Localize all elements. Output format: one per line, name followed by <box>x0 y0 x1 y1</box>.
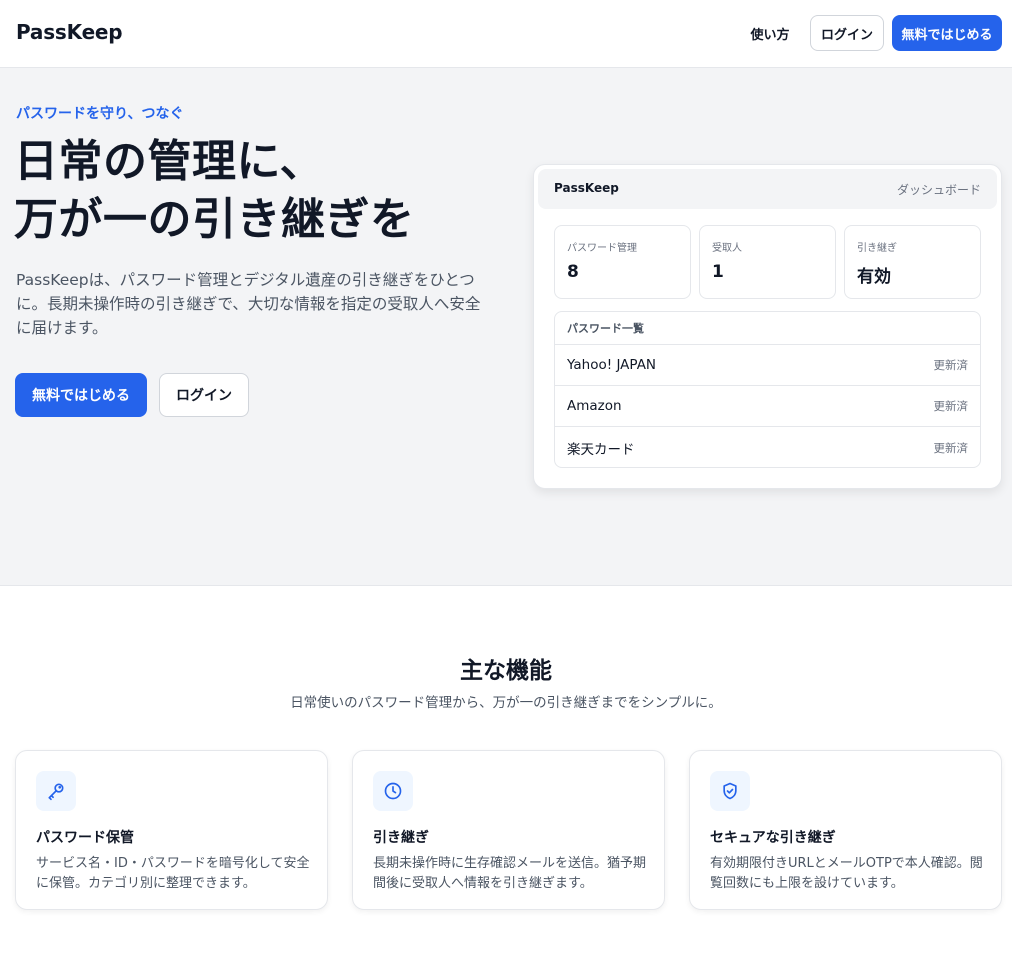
stat-label: パスワード管理 <box>567 243 637 254</box>
stat-value: 8 <box>567 262 579 282</box>
list-item-status: 更新済 <box>933 399 969 413</box>
hero-login-button[interactable]: ログイン <box>159 373 249 417</box>
list-item-name: Amazon <box>567 398 622 414</box>
password-list: パスワード一覧 Yahoo! JAPAN 更新済 Amazon 更新済 楽天カー… <box>554 311 981 468</box>
how-to-link[interactable]: 使い方 <box>740 15 800 51</box>
hero-description: PassKeepは、パスワード管理とデジタル遺産の引き継ぎをひとつに。長期未操作… <box>16 271 481 337</box>
stat-value: 1 <box>712 262 724 282</box>
dashboard-preview: PassKeep ダッシュボード パスワード管理 8 受取人 1 引き継ぎ 有効… <box>533 164 1002 489</box>
list-item-name: Yahoo! JAPAN <box>567 357 657 373</box>
hero-start-free-button[interactable]: 無料ではじめる <box>15 373 147 417</box>
hero-title-line-2: 万が一の引き継ぎを <box>14 194 415 245</box>
list-item-status: 更新済 <box>933 358 969 372</box>
stat-value: 有効 <box>857 267 891 287</box>
key-icon <box>36 771 76 811</box>
list-item[interactable]: Amazon 更新済 <box>555 386 980 427</box>
dashboard-nav-label: ダッシュボード <box>896 183 981 197</box>
hero-title: 日常の管理に、 万が一の引き継ぎを <box>14 133 514 249</box>
features-title: 主な機能 <box>460 658 552 684</box>
dashboard-brand: PassKeep <box>554 181 619 195</box>
stat-card-handover: 引き継ぎ 有効 <box>844 225 981 299</box>
feature-card-description: 有効期限付きURLとメールOTPで本人確認。閲覧回数にも上限を設けています。 <box>710 856 983 891</box>
features-subtitle: 日常使いのパスワード管理から、万が一の引き継ぎまでをシンプルに。 <box>290 695 722 711</box>
feature-card-title: 引き継ぎ <box>373 830 429 846</box>
dashboard-header: PassKeep ダッシュボード <box>538 169 997 209</box>
feature-card-title: セキュアな引き継ぎ <box>710 830 836 846</box>
list-item[interactable]: 楽天カード 更新済 <box>555 427 980 467</box>
hero-eyebrow: パスワードを守り、つなぐ <box>16 106 184 122</box>
feature-card-password-storage: パスワード保管 サービス名・ID・パスワードを暗号化して安全に保管。カテゴリ別に… <box>15 750 328 910</box>
top-header: PassKeep 使い方 ログイン 無料ではじめる <box>0 0 1012 68</box>
list-item-name: 楽天カード <box>567 441 635 458</box>
list-item-status: 更新済 <box>933 440 969 455</box>
stat-label: 引き継ぎ <box>857 243 897 254</box>
password-list-title: パスワード一覧 <box>555 312 980 345</box>
header-login-button[interactable]: ログイン <box>810 15 884 51</box>
stat-label: 受取人 <box>712 243 742 254</box>
stat-card-passwords: パスワード管理 8 <box>554 225 691 299</box>
feature-card-handover: 引き継ぎ 長期未操作時に生存確認メールを送信。猶予期間後に受取人へ情報を引き継ぎ… <box>352 750 665 910</box>
feature-card-description: 長期未操作時に生存確認メールを送信。猶予期間後に受取人へ情報を引き継ぎます。 <box>373 856 647 891</box>
feature-card-title: パスワード保管 <box>36 830 134 846</box>
list-item[interactable]: Yahoo! JAPAN 更新済 <box>555 345 980 386</box>
stat-card-recipients: 受取人 1 <box>699 225 836 299</box>
shield-check-icon <box>710 771 750 811</box>
header-start-free-button[interactable]: 無料ではじめる <box>892 15 1002 51</box>
feature-card-secure-handover: セキュアな引き継ぎ 有効期限付きURLとメールOTPで本人確認。閲覧回数にも上限… <box>689 750 1002 910</box>
feature-card-description: サービス名・ID・パスワードを暗号化して安全に保管。カテゴリ別に整理できます。 <box>36 856 310 891</box>
clock-icon <box>373 771 413 811</box>
hero-title-line-1: 日常の管理に、 <box>14 136 325 187</box>
logo[interactable]: PassKeep <box>16 20 123 44</box>
